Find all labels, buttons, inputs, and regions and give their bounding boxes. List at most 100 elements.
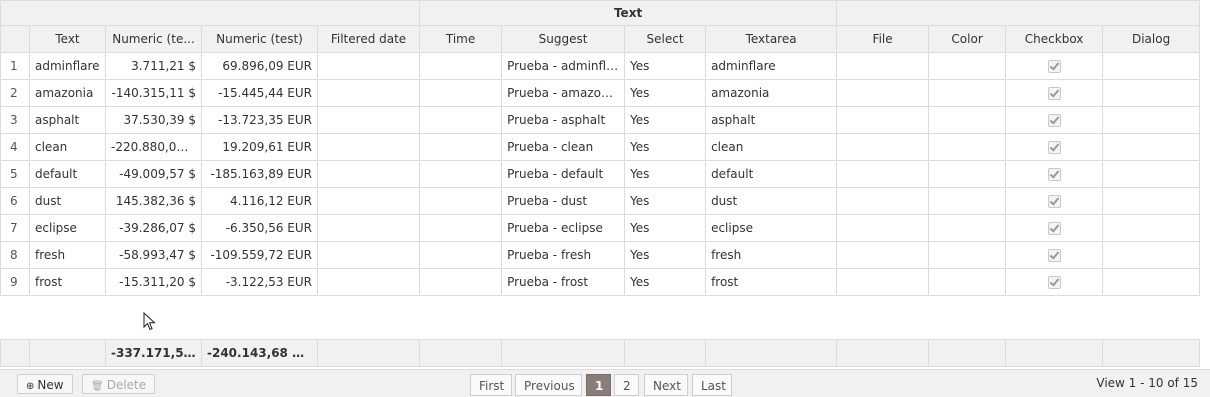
- table-row[interactable]: 7 eclipse -39.286,07 $ -6.350,56 EUR Prueba …: [0, 214, 1201, 242]
- cell-color[interactable]: [928, 160, 1007, 188]
- cell-checkbox[interactable]: [1005, 214, 1104, 242]
- cell-dialog[interactable]: [1102, 214, 1201, 242]
- cell-numeric-2[interactable]: -185.163,89 EUR: [201, 160, 318, 188]
- pager-last[interactable]: Last: [692, 374, 732, 396]
- cell-filtered-date[interactable]: [316, 79, 421, 107]
- cell-file[interactable]: [836, 241, 930, 269]
- cell-color[interactable]: [928, 214, 1007, 242]
- cell-file[interactable]: [836, 160, 930, 188]
- checkbox-checked-icon[interactable]: [1047, 114, 1061, 127]
- cell-time[interactable]: [419, 79, 503, 107]
- cell-dialog[interactable]: [1102, 268, 1201, 296]
- cell-textarea[interactable]: asphalt: [705, 106, 838, 134]
- cell-filtered-date[interactable]: [316, 160, 421, 188]
- cell-textarea[interactable]: default: [705, 160, 838, 188]
- cell-color[interactable]: [928, 106, 1007, 134]
- cell-select[interactable]: Yes: [624, 79, 707, 107]
- table-row[interactable]: 6 dust 145.382,36 $4.116,12 EUR Prueba - du…: [0, 187, 1201, 215]
- cell-file[interactable]: [836, 106, 930, 134]
- cell-time[interactable]: [419, 214, 503, 242]
- cell-checkbox[interactable]: [1005, 187, 1104, 215]
- cell-text[interactable]: adminflare: [29, 52, 106, 80]
- column-header[interactable]: Numeric (test): [201, 25, 318, 53]
- cell-file[interactable]: [836, 187, 930, 215]
- cell-textarea[interactable]: adminflare: [705, 52, 838, 80]
- cell-checkbox[interactable]: [1005, 241, 1104, 269]
- column-header[interactable]: Filtered date: [316, 25, 421, 53]
- cell-numeric-2[interactable]: -15.445,44 EUR: [201, 79, 318, 107]
- cell-time[interactable]: [419, 187, 503, 215]
- cell-time[interactable]: [419, 133, 503, 161]
- cell-dialog[interactable]: [1102, 106, 1201, 134]
- cell-textarea[interactable]: amazonia: [705, 79, 838, 107]
- pager-previous[interactable]: Previous: [515, 374, 582, 396]
- cell-numeric-1[interactable]: 37.530,39 $: [105, 106, 202, 134]
- cell-select[interactable]: Yes: [624, 52, 707, 80]
- cell-select[interactable]: Yes: [624, 214, 707, 242]
- cell-color[interactable]: [928, 79, 1007, 107]
- cell-dialog[interactable]: [1102, 160, 1201, 188]
- cell-text[interactable]: dust: [29, 187, 106, 215]
- column-header[interactable]: Text: [29, 25, 106, 53]
- cell-file[interactable]: [836, 52, 930, 80]
- checkbox-checked-icon[interactable]: [1047, 249, 1061, 262]
- cell-numeric-1[interactable]: -15.311,20 $: [105, 268, 202, 296]
- delete-button[interactable]: 🗑 Delete: [82, 374, 156, 394]
- cell-file[interactable]: [836, 214, 930, 242]
- column-header[interactable]: Dialog: [1102, 25, 1201, 53]
- pager-first[interactable]: First: [470, 374, 512, 396]
- cell-filtered-date[interactable]: [316, 268, 421, 296]
- table-row[interactable]: 8 fresh -58.993,47 $ -109.559,72 EUR Prueba …: [0, 241, 1201, 269]
- cell-text[interactable]: fresh: [29, 241, 106, 269]
- cell-dialog[interactable]: [1102, 133, 1201, 161]
- checkbox-checked-icon[interactable]: [1047, 222, 1061, 235]
- cell-numeric-2[interactable]: 69.896,09 EUR: [201, 52, 318, 80]
- cell-dialog[interactable]: [1102, 52, 1201, 80]
- cell-select[interactable]: Yes: [624, 106, 707, 134]
- cell-checkbox[interactable]: [1005, 79, 1104, 107]
- column-header[interactable]: Checkbox: [1005, 25, 1104, 53]
- table-row[interactable]: 2 amazonia -140.315,11 $ -15.445,44 EUR Prue…: [0, 79, 1201, 107]
- cell-checkbox[interactable]: [1005, 106, 1104, 134]
- cell-textarea[interactable]: eclipse: [705, 214, 838, 242]
- cell-numeric-2[interactable]: -13.723,35 EUR: [201, 106, 318, 134]
- cell-checkbox[interactable]: [1005, 268, 1104, 296]
- cell-time[interactable]: [419, 52, 503, 80]
- cell-suggest[interactable]: Prueba - frost: [501, 268, 626, 296]
- table-row[interactable]: 1 adminflare 3.711,21 $69.896,09 EUR Prueba…: [0, 52, 1201, 80]
- cell-text[interactable]: frost: [29, 268, 106, 296]
- cell-suggest[interactable]: Prueba - dust: [501, 187, 626, 215]
- cell-numeric-2[interactable]: -6.350,56 EUR: [201, 214, 318, 242]
- cell-numeric-1[interactable]: -140.315,11 $: [105, 79, 202, 107]
- cell-filtered-date[interactable]: [316, 133, 421, 161]
- cell-textarea[interactable]: frost: [705, 268, 838, 296]
- cell-dialog[interactable]: [1102, 187, 1201, 215]
- cell-dialog[interactable]: [1102, 79, 1201, 107]
- cell-numeric-1[interactable]: -220.880,09 EUR: [105, 133, 202, 161]
- cell-suggest[interactable]: Prueba - default: [501, 160, 626, 188]
- cell-select[interactable]: Yes: [624, 133, 707, 161]
- cell-numeric-1[interactable]: -58.993,47 $: [105, 241, 202, 269]
- cell-text[interactable]: clean: [29, 133, 106, 161]
- checkbox-checked-icon[interactable]: [1047, 87, 1061, 100]
- cell-time[interactable]: [419, 160, 503, 188]
- cell-filtered-date[interactable]: [316, 241, 421, 269]
- cell-color[interactable]: [928, 268, 1007, 296]
- column-header[interactable]: Numeric (te...: [105, 25, 202, 53]
- cell-numeric-2[interactable]: -3.122,53 EUR: [201, 268, 318, 296]
- cell-filtered-date[interactable]: [316, 187, 421, 215]
- cell-color[interactable]: [928, 187, 1007, 215]
- cell-checkbox[interactable]: [1005, 133, 1104, 161]
- cell-suggest[interactable]: Prueba - eclipse: [501, 214, 626, 242]
- cell-suggest[interactable]: Prueba - adminflare: [501, 52, 626, 80]
- column-header[interactable]: Suggest: [501, 25, 626, 53]
- cell-checkbox[interactable]: [1005, 160, 1104, 188]
- cell-suggest[interactable]: Prueba - amazonia: [501, 79, 626, 107]
- new-button[interactable]: ⊕ New: [17, 374, 73, 394]
- cell-numeric-1[interactable]: -49.009,57 $: [105, 160, 202, 188]
- cell-suggest[interactable]: Prueba - asphalt: [501, 106, 626, 134]
- cell-file[interactable]: [836, 133, 930, 161]
- cell-numeric-1[interactable]: 145.382,36 $: [105, 187, 202, 215]
- cell-suggest[interactable]: Prueba - clean: [501, 133, 626, 161]
- cell-text[interactable]: asphalt: [29, 106, 106, 134]
